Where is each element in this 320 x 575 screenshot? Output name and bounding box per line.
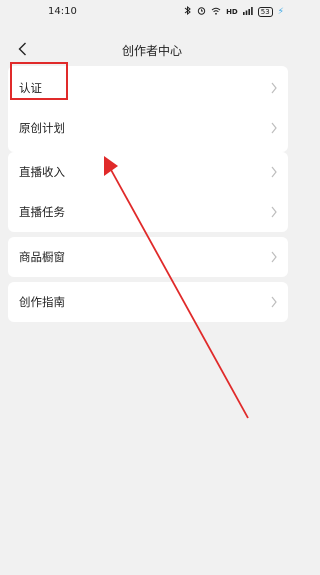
menu-item-product-showcase[interactable]: 商品橱窗	[8, 237, 288, 277]
chevron-right-icon	[271, 82, 277, 94]
status-time: 14:10	[48, 6, 77, 17]
wifi-icon	[211, 7, 221, 17]
menu-card-live: 直播收入 直播任务	[8, 152, 288, 232]
battery-icon: 53	[257, 6, 273, 17]
chevron-right-icon	[271, 122, 277, 134]
chevron-right-icon	[271, 206, 277, 218]
status-icons: HD 53 ⚡	[183, 5, 284, 17]
menu-item-label: 直播收入	[19, 165, 65, 179]
charging-icon: ⚡	[277, 6, 284, 17]
chevron-right-icon	[271, 251, 277, 263]
menu-item-label: 商品橱窗	[19, 250, 65, 264]
status-bar: 14:10 HD 53 ⚡	[0, 0, 304, 26]
chevron-right-icon	[271, 296, 277, 308]
menu-card-guide: 创作指南	[8, 282, 288, 322]
signal-icon	[242, 6, 253, 17]
alarm-icon	[197, 6, 206, 17]
annotation-highlight-box	[10, 62, 68, 100]
bluetooth-icon	[183, 5, 192, 17]
menu-item-live-income[interactable]: 直播收入	[8, 152, 288, 192]
menu-item-creator-guide[interactable]: 创作指南	[8, 282, 288, 322]
menu-item-label: 直播任务	[19, 205, 65, 219]
menu-item-live-tasks[interactable]: 直播任务	[8, 192, 288, 232]
menu-item-label: 原创计划	[19, 121, 65, 135]
menu-item-label: 创作指南	[19, 295, 65, 309]
hd-icon: HD	[226, 7, 238, 16]
menu-item-original-plan[interactable]: 原创计划	[8, 108, 288, 148]
page-title: 创作者中心	[121, 44, 182, 58]
chevron-right-icon	[271, 166, 277, 178]
menu-card-shop: 商品橱窗	[8, 237, 288, 277]
